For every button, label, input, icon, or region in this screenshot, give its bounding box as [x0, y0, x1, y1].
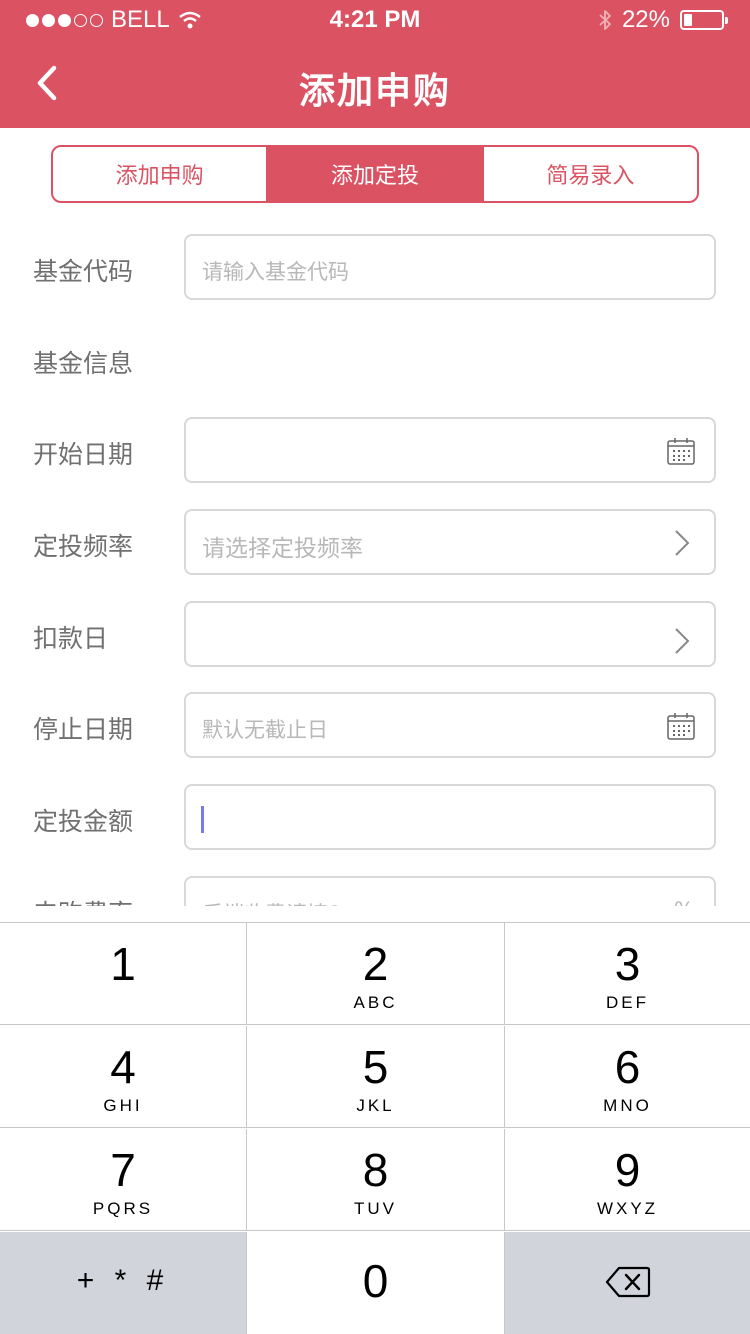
- chevron-right-icon: [675, 628, 690, 654]
- status-bar: BELL 4:21 PM 22%: [0, 0, 750, 40]
- stop-date-field[interactable]: 默认无截止日: [184, 692, 716, 758]
- amount-label: 定投金额: [33, 807, 134, 836]
- key-digit: 1: [110, 938, 136, 990]
- key-digit: 8: [362, 1144, 389, 1196]
- key-letters: DEF: [606, 993, 649, 1012]
- key-digit: 5: [362, 1041, 389, 1093]
- fee-rate-unit: %: [674, 898, 694, 906]
- chevron-right-icon: [675, 530, 690, 556]
- row-fee-rate: 申购费率 后端收费请填0 %: [0, 876, 750, 906]
- start-date-label: 开始日期: [33, 440, 134, 469]
- battery-icon: [680, 10, 728, 30]
- stop-date-placeholder: 默认无截止日: [202, 718, 328, 742]
- frequency-label: 定投频率: [33, 532, 134, 561]
- key-letters: WXYZ: [596, 1199, 659, 1218]
- key-4[interactable]: 4 GHI: [0, 1026, 247, 1128]
- bluetooth-icon: [599, 10, 611, 30]
- tab-add-fixed-investment[interactable]: 添加定投: [268, 147, 484, 201]
- key-digit: 2: [362, 938, 389, 990]
- key-letters: GHI: [103, 1096, 143, 1115]
- stop-date-label: 停止日期: [33, 715, 134, 744]
- key-digit: 9: [614, 1144, 641, 1196]
- key-letters: PQRS: [92, 1199, 154, 1218]
- key-8[interactable]: 8 TUV: [247, 1129, 505, 1231]
- battery-percent: 22%: [621, 6, 670, 33]
- key-letters: MNO: [603, 1096, 652, 1115]
- row-frequency: 定投频率 请选择定投频率: [0, 509, 750, 577]
- key-0[interactable]: 0: [247, 1232, 505, 1334]
- fund-info-label: 基金信息: [33, 349, 134, 378]
- fund-code-label: 基金代码: [33, 257, 134, 286]
- start-date-field[interactable]: [184, 417, 716, 483]
- key-3[interactable]: 3 DEF: [505, 923, 750, 1025]
- backspace-icon: [605, 1266, 650, 1298]
- key-letters: JKL: [356, 1096, 395, 1115]
- fund-code-placeholder: 请输入基金代码: [202, 260, 349, 284]
- symbols-label: + * #: [76, 1264, 170, 1297]
- tab-quick-entry[interactable]: 简易录入: [484, 147, 697, 201]
- frequency-select[interactable]: 请选择定投频率: [184, 509, 716, 575]
- key-6[interactable]: 6 MNO: [505, 1026, 750, 1128]
- fee-rate-placeholder: 后端收费请填0: [202, 898, 341, 906]
- tab-add-purchase[interactable]: 添加申购: [53, 147, 269, 201]
- calendar-icon[interactable]: [666, 436, 696, 466]
- key-digit: 7: [110, 1144, 136, 1196]
- numeric-keypad: 1 2 ABC 3 DEF 4 GHI 5 JKL 6 MNO 7 PQRS 8…: [0, 922, 750, 1334]
- fee-rate-label: 申购费率: [33, 894, 133, 906]
- row-fund-code: 基金代码 请输入基金代码: [0, 234, 750, 302]
- key-letters: TUV: [354, 1199, 397, 1218]
- row-amount: 定投金额: [0, 784, 750, 852]
- row-fund-info: 基金信息: [0, 326, 750, 394]
- key-digit: 3: [614, 938, 641, 990]
- key-7[interactable]: 7 PQRS: [0, 1129, 247, 1231]
- fee-rate-input[interactable]: 后端收费请填0 %: [184, 876, 716, 906]
- page-title: 添加申购: [298, 71, 451, 112]
- key-5[interactable]: 5 JKL: [247, 1026, 505, 1128]
- debit-day-label: 扣款日: [33, 624, 109, 653]
- text-cursor: [201, 806, 204, 833]
- key-letters: ABC: [353, 993, 398, 1012]
- row-debit-day: 扣款日: [0, 601, 750, 669]
- frequency-placeholder: 请选择定投频率: [202, 536, 363, 562]
- row-start-date: 开始日期: [0, 417, 750, 485]
- key-delete[interactable]: [505, 1232, 750, 1334]
- amount-input[interactable]: [184, 784, 716, 850]
- key-digit: 6: [614, 1041, 641, 1093]
- key-9[interactable]: 9 WXYZ: [505, 1129, 750, 1231]
- key-digit: 4: [110, 1041, 136, 1093]
- row-stop-date: 停止日期 默认无截止日: [0, 692, 750, 760]
- status-right: 22%: [598, 6, 728, 34]
- calendar-icon[interactable]: [666, 711, 696, 741]
- key-symbols[interactable]: + * #: [0, 1232, 247, 1334]
- debit-day-select[interactable]: [184, 601, 716, 667]
- fund-code-input[interactable]: 请输入基金代码: [184, 234, 716, 300]
- key-2[interactable]: 2 ABC: [247, 923, 505, 1025]
- app-header: BELL 4:21 PM 22% 添加申购: [0, 0, 750, 128]
- segmented-tabs: 添加申购 添加定投 简易录入: [51, 145, 699, 203]
- fixed-investment-form: 基金代码 请输入基金代码 基金信息 开始日期 定投频率 请选择定投频率 扣款日 …: [0, 218, 750, 906]
- key-digit: 0: [362, 1255, 389, 1307]
- key-1[interactable]: 1: [0, 923, 247, 1025]
